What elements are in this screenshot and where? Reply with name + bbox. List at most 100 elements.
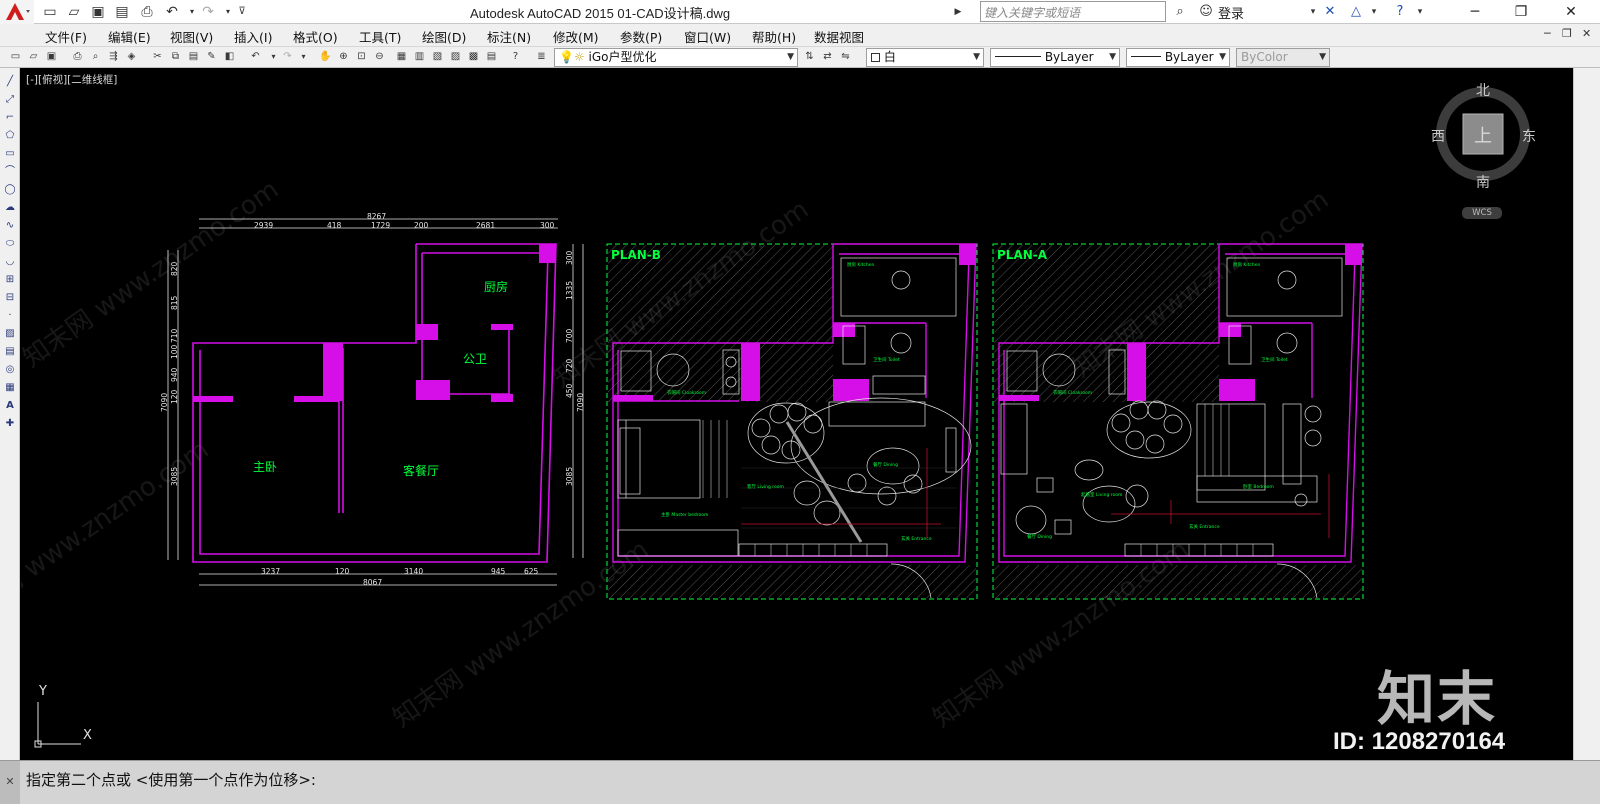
menu-edit[interactable]: 编辑(E) (108, 27, 151, 46)
tb-zoom-window-icon[interactable]: ⊡ (354, 49, 369, 65)
tb-pan-icon[interactable]: ✋ (318, 49, 333, 65)
tb-copy-icon[interactable]: ⧉ (168, 49, 183, 65)
mtext-icon[interactable]: A (2, 398, 18, 414)
autocad-logo-icon[interactable] (0, 0, 34, 24)
viewcube-east[interactable]: 东 (1522, 129, 1536, 145)
command-line-close-icon[interactable]: ✕ (0, 761, 20, 804)
tb-make-current-icon[interactable]: ⇅ (802, 49, 817, 65)
layer-combo[interactable]: 💡☼ iGo户型优化 ▼ (554, 48, 798, 67)
menu-parametric[interactable]: 参数(P) (620, 27, 662, 46)
minimize-icon[interactable]: ─ (1452, 0, 1498, 24)
table-icon[interactable]: ▦ (2, 380, 18, 396)
make-block-icon[interactable]: ⊟ (2, 290, 18, 306)
tb-cut-icon[interactable]: ✂ (150, 49, 165, 65)
tb-paste-icon[interactable]: ▤ (186, 49, 201, 65)
tb-undo-dropdown-icon[interactable]: ▾ (266, 49, 281, 65)
circle-icon[interactable]: ◯ (2, 182, 18, 198)
menu-tools[interactable]: 工具(T) (359, 27, 401, 46)
login-button[interactable]: 登录 (1218, 3, 1244, 22)
tb-zoom-previous-icon[interactable]: ⊖ (372, 49, 387, 65)
redo-icon[interactable]: ↷ (198, 2, 218, 22)
menu-modify[interactable]: 修改(M) (553, 27, 599, 46)
arc-icon[interactable]: ⌒ (2, 164, 18, 180)
tb-help-icon[interactable]: ? (508, 49, 523, 65)
rectangle-icon[interactable]: ▭ (2, 146, 18, 162)
tb-layer-previous-icon[interactable]: ⇄ (820, 49, 835, 65)
tb-properties-icon[interactable]: ▦ (394, 49, 409, 65)
user-icon[interactable]: ☺ (1196, 2, 1216, 22)
region-icon[interactable]: ◎ (2, 362, 18, 378)
close-icon[interactable]: ✕ (1548, 0, 1594, 24)
tb-redo-dropdown-icon[interactable]: ▾ (296, 49, 311, 65)
help-dropdown-icon[interactable]: ▾ (1410, 2, 1430, 22)
tb-redo-icon[interactable]: ↷ (280, 49, 295, 65)
gradient-icon[interactable]: ▤ (2, 344, 18, 360)
customize-quick-access-icon[interactable]: ⊽ (232, 2, 252, 22)
tb-layer-properties-icon[interactable]: ≣ (534, 49, 549, 65)
construction-line-icon[interactable]: ⤢ (2, 92, 18, 108)
menu-format[interactable]: 格式(O) (293, 27, 338, 46)
a360-icon[interactable]: △ (1346, 2, 1366, 22)
linetype-combo[interactable]: ByLayer ▼ (990, 48, 1120, 67)
menu-view[interactable]: 视图(V) (170, 27, 213, 46)
menu-draw[interactable]: 绘图(D) (422, 27, 466, 46)
search-expand-icon[interactable]: ▶ (948, 2, 968, 22)
tb-layer-state-icon[interactable]: ⇋ (838, 49, 853, 65)
insert-block-icon[interactable]: ⊞ (2, 272, 18, 288)
menu-file[interactable]: 文件(F) (45, 27, 87, 46)
doc-minimize-icon[interactable]: ─ (1544, 27, 1551, 40)
ellipse-icon[interactable]: ⬭ (2, 236, 18, 252)
exchange-apps-icon[interactable]: ✕ (1320, 2, 1340, 22)
spline-icon[interactable]: ∿ (2, 218, 18, 234)
hatch-icon[interactable]: ▨ (2, 326, 18, 342)
open-file-icon[interactable]: ▱ (64, 2, 84, 22)
menu-insert[interactable]: 插入(I) (234, 27, 272, 46)
polygon-icon[interactable]: ⬠ (2, 128, 18, 144)
tb-3d-print-icon[interactable]: ◈ (124, 49, 139, 65)
binoculars-icon[interactable]: ⌕ (1170, 2, 1190, 22)
tb-block-editor-icon[interactable]: ◧ (222, 49, 237, 65)
wcs-menu-button[interactable]: WCS (1462, 207, 1502, 219)
viewcube-south[interactable]: 南 (1476, 175, 1490, 191)
viewport-controls-label[interactable]: [-][俯视][二维线框] (26, 72, 117, 87)
tb-plot-icon[interactable]: ⎙ (70, 49, 85, 65)
viewcube-north[interactable]: 北 (1476, 83, 1490, 99)
menu-data-view[interactable]: 数据视图 (814, 27, 864, 46)
viewcube-west[interactable]: 西 (1431, 129, 1445, 145)
search-input[interactable]: 键入关键字或短语 (980, 1, 1166, 22)
tb-new-icon[interactable]: ▭ (8, 49, 23, 65)
print-icon[interactable]: ⎙ (137, 2, 157, 22)
add-selected-icon[interactable]: ✚ (2, 416, 18, 432)
point-icon[interactable]: · (2, 308, 18, 324)
plotstyle-combo[interactable]: ByColor ▼ (1236, 48, 1330, 67)
menu-help[interactable]: 帮助(H) (752, 27, 796, 46)
line-icon[interactable]: ╱ (2, 74, 18, 90)
tb-match-properties-icon[interactable]: ✎ (204, 49, 219, 65)
revcloud-icon[interactable]: ☁ (2, 200, 18, 216)
tb-open-icon[interactable]: ▱ (26, 49, 41, 65)
help-icon[interactable]: ? (1390, 2, 1410, 22)
polyline-icon[interactable]: ⌐ (2, 110, 18, 126)
lineweight-combo[interactable]: ByLayer ▼ (1126, 48, 1230, 67)
tb-tool-palettes-icon[interactable]: ▧ (430, 49, 445, 65)
viewcube-face-top[interactable]: 上 (1474, 126, 1492, 147)
a360-dropdown-icon[interactable]: ▾ (1364, 2, 1384, 22)
save-as-icon[interactable]: ▤ (112, 2, 132, 22)
drawing-canvas[interactable]: 知末网 www.znzmo.com 知末网 www.znzmo.com 知末网 … (21, 68, 1573, 760)
tb-zoom-realtime-icon[interactable]: ⊕ (336, 49, 351, 65)
tb-markup-icon[interactable]: ▩ (466, 49, 481, 65)
tb-publish-icon[interactable]: ⇶ (106, 49, 121, 65)
ellipse-arc-icon[interactable]: ◡ (2, 254, 18, 270)
color-combo[interactable]: 白 ▼ (866, 48, 984, 67)
tb-calculator-icon[interactable]: ▤ (484, 49, 499, 65)
tb-preview-icon[interactable]: ⌕ (88, 49, 103, 65)
tb-save-icon[interactable]: ▣ (44, 49, 59, 65)
tb-sheet-set-icon[interactable]: ▨ (448, 49, 463, 65)
command-line[interactable]: ✕ 指定第二个点或 <使用第一个点作为位移>: (0, 760, 1600, 804)
doc-restore-icon[interactable]: ❐ (1562, 27, 1572, 40)
menu-window[interactable]: 窗口(W) (684, 27, 731, 46)
menu-dimension[interactable]: 标注(N) (487, 27, 531, 46)
tb-design-center-icon[interactable]: ▥ (412, 49, 427, 65)
restore-icon[interactable]: ❐ (1498, 0, 1544, 24)
new-file-icon[interactable]: ▭ (40, 2, 60, 22)
